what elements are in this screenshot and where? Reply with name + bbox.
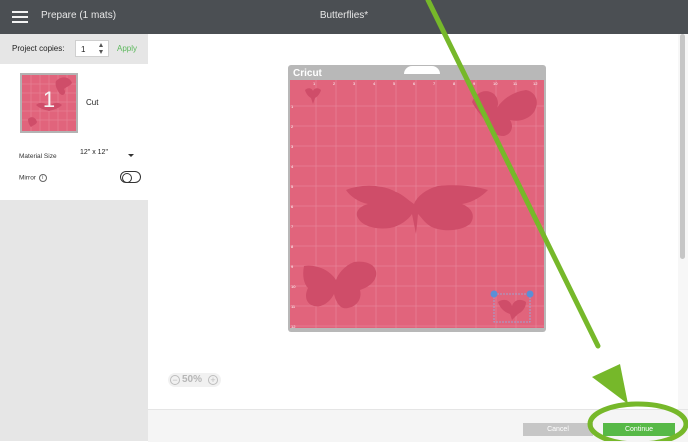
- hamburger-icon-line: [12, 21, 28, 23]
- toggle-knob: [122, 172, 132, 183]
- chevron-down-icon: [128, 154, 134, 157]
- continue-button[interactable]: Continue: [603, 423, 675, 436]
- copies-stepper[interactable]: [98, 43, 105, 54]
- info-icon[interactable]: i: [38, 174, 47, 182]
- ruler-tick-label: 10: [291, 284, 296, 289]
- material-size-select[interactable]: 12" x 12": [80, 149, 138, 163]
- vertical-scrollbar[interactable]: [678, 34, 688, 409]
- stepper-down-icon[interactable]: [99, 50, 103, 54]
- mirror-label-text: Mirror: [19, 174, 36, 182]
- sidebar: Project copies: 1 Apply 1 Cut Material S…: [0, 34, 148, 441]
- cricut-logo: Cricut: [293, 68, 322, 79]
- mirror-label: Mirror i: [19, 174, 47, 182]
- delete-handle-icon: [490, 290, 498, 298]
- mat-panel: 1 Cut Material Size 12" x 12" Mirror i: [0, 64, 148, 200]
- zoom-out-button[interactable]: −: [170, 375, 180, 385]
- ruler-tick-label: 10: [493, 81, 498, 86]
- project-name: Butterflies*: [319, 10, 369, 21]
- project-copies-row: Project copies: 1 Apply: [0, 34, 148, 65]
- cutting-mat: 1 2 3 4 5 6 7 8 9 10 11 12 123456789101112: [290, 80, 544, 328]
- mat-tab: [404, 66, 440, 74]
- ruler-tick-label: 12: [533, 81, 538, 86]
- material-size-value: 12" x 12": [80, 149, 108, 156]
- zoom-level: 50%: [182, 374, 203, 385]
- mat-thumbnail[interactable]: 1: [20, 73, 78, 133]
- rotate-handle-icon: [526, 290, 534, 298]
- project-copies-input[interactable]: 1: [75, 40, 109, 57]
- scrollbar-thumb[interactable]: [680, 34, 685, 259]
- project-copies-label: Project copies:: [12, 44, 65, 53]
- apply-button[interactable]: Apply: [117, 44, 137, 53]
- zoom-control: − 50% +: [168, 373, 221, 387]
- operation-label: Cut: [86, 98, 99, 107]
- project-copies-value: 1: [81, 45, 86, 54]
- top-bar: Prepare (1 mats) Butterflies*: [0, 0, 688, 34]
- cancel-button[interactable]: Cancel: [523, 423, 593, 436]
- stepper-up-icon[interactable]: [99, 43, 103, 47]
- ruler-tick-label: 12: [291, 324, 296, 328]
- mat-number: 1: [42, 87, 56, 112]
- material-size-label: Material Size: [19, 153, 57, 160]
- mirror-toggle[interactable]: [120, 171, 141, 183]
- zoom-in-button[interactable]: +: [208, 375, 218, 385]
